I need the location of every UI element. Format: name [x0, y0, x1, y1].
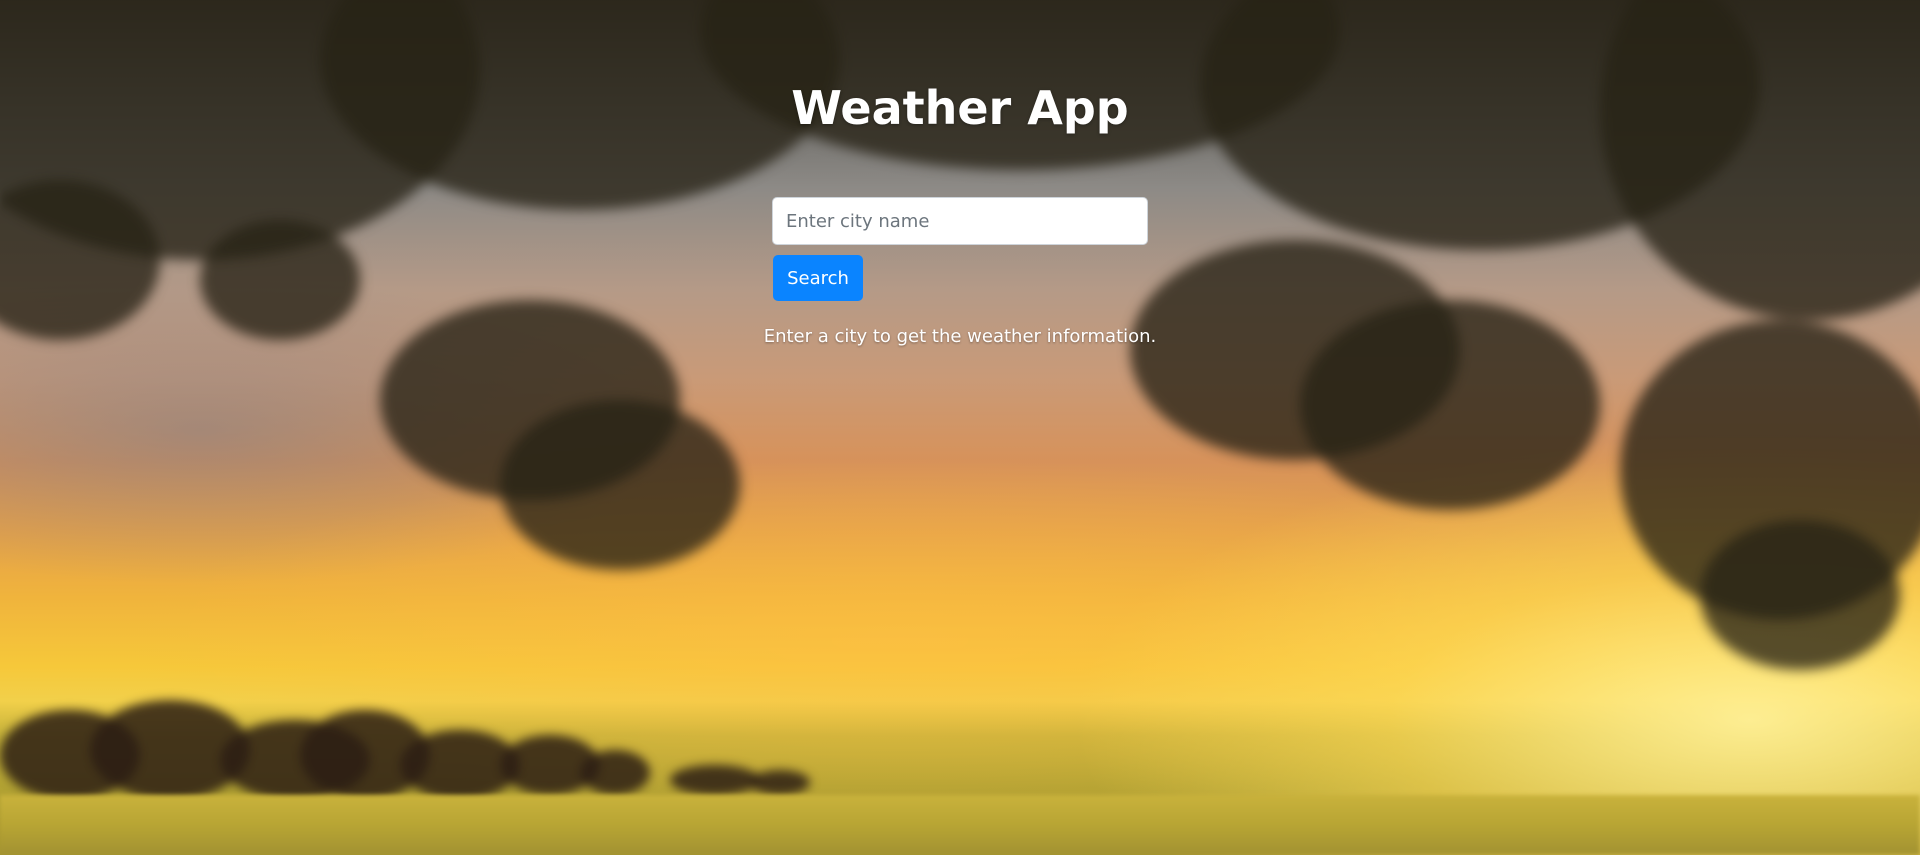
status-message: Enter a city to get the weather informat… [763, 326, 1157, 347]
main-content: Weather App Search Enter a city to get t… [0, 0, 1920, 855]
search-button[interactable]: Search [773, 255, 863, 301]
weather-app-page: Weather App Search Enter a city to get t… [0, 0, 1920, 855]
page-title: Weather App [791, 81, 1129, 135]
city-search-input[interactable] [772, 197, 1148, 245]
